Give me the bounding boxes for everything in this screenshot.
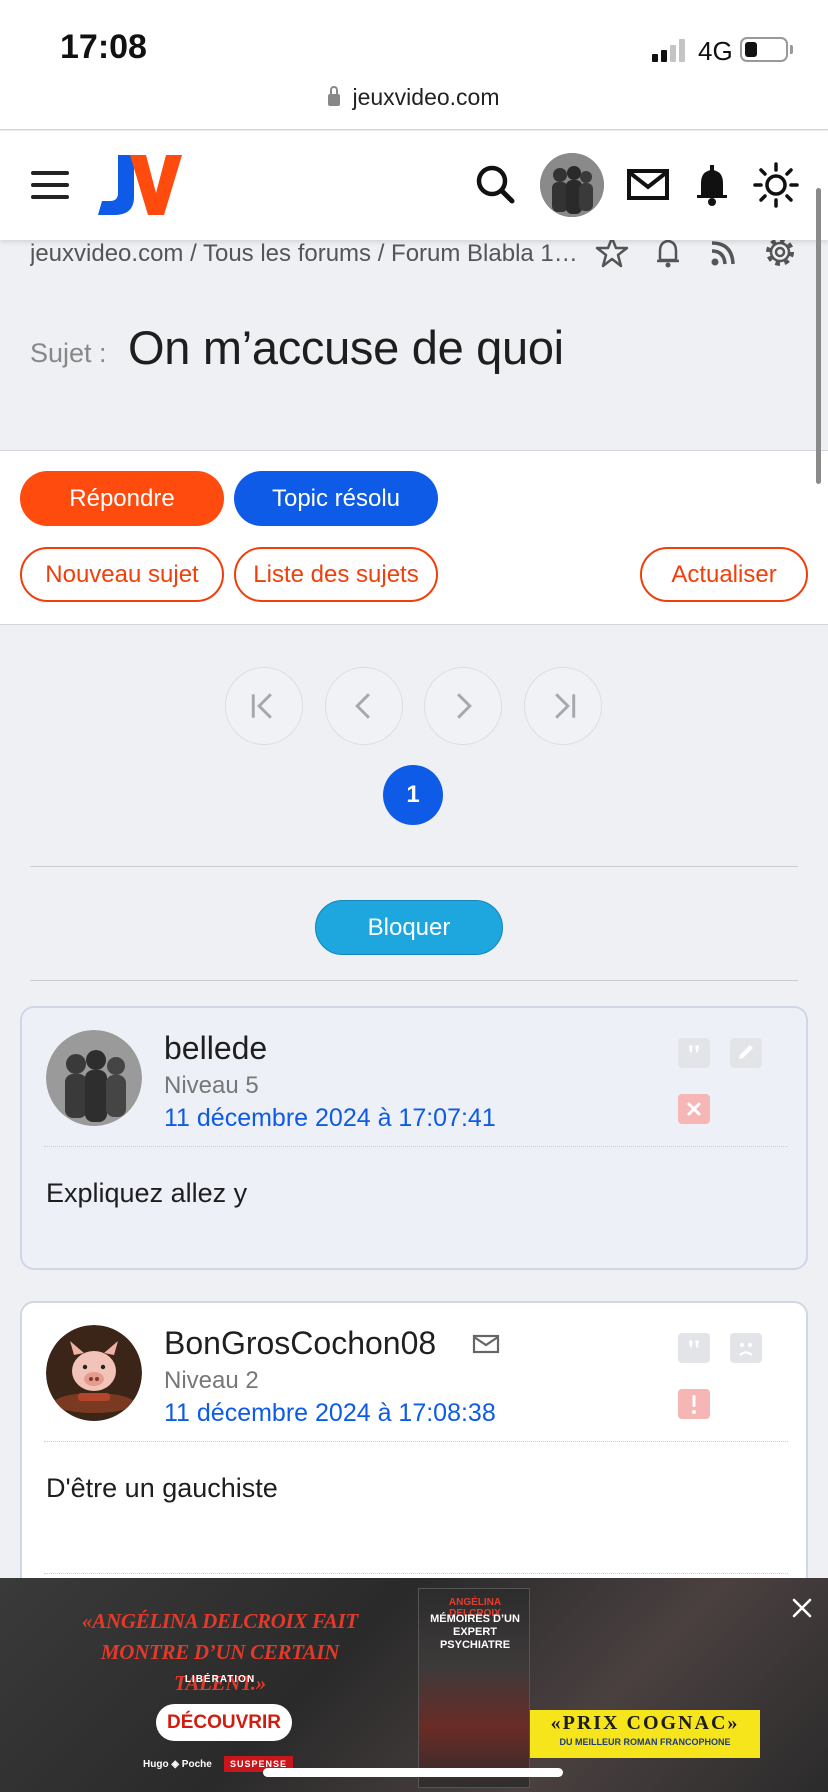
ad-prize-badge: «PRIX COGNAC» DU MEILLEUR ROMAN FRANCOPH… bbox=[530, 1710, 760, 1758]
battery-icon bbox=[740, 37, 788, 62]
author-name[interactable]: bellede bbox=[164, 1030, 267, 1067]
status-time: 17:08 bbox=[60, 28, 147, 66]
ad-book-cover: ANGÉLINA DELCROIX MÉMOIRES D’UN EXPERT P… bbox=[418, 1588, 530, 1788]
lock-icon bbox=[328, 86, 341, 106]
author-avatar[interactable] bbox=[46, 1030, 142, 1126]
author-avatar[interactable] bbox=[46, 1325, 142, 1421]
sad-face-icon[interactable] bbox=[730, 1333, 762, 1363]
jv-logo[interactable] bbox=[96, 153, 182, 219]
url-text: jeuxvideo.com bbox=[352, 84, 500, 110]
chevron-left-icon bbox=[355, 693, 370, 719]
quote-icon[interactable]: " bbox=[678, 1333, 710, 1363]
reply-button[interactable]: Répondre bbox=[20, 471, 224, 526]
refresh-button[interactable]: Actualiser bbox=[640, 547, 808, 602]
breadcrumb[interactable]: jeuxvideo.com / Tous les forums / Forum … bbox=[30, 240, 590, 268]
chevron-right-icon bbox=[457, 693, 472, 719]
last-page-icon bbox=[555, 693, 576, 719]
mail-icon[interactable] bbox=[618, 155, 678, 215]
next-page-button[interactable] bbox=[424, 667, 502, 745]
ad-prize-subtitle: DU MEILLEUR ROMAN FRANCOPHONE bbox=[559, 1737, 731, 1747]
previous-page-button[interactable] bbox=[325, 667, 403, 745]
address-bar[interactable]: jeuxvideo.com bbox=[0, 84, 828, 111]
post-date-link[interactable]: 11 décembre 2024 à 17:08:38 bbox=[164, 1399, 496, 1428]
topic-action-bar: Répondre Topic résolu Nouveau sujet List… bbox=[0, 451, 828, 625]
theme-toggle-sun-icon[interactable] bbox=[746, 155, 806, 215]
network-label: 4G bbox=[698, 36, 733, 66]
user-avatar[interactable] bbox=[540, 153, 604, 217]
post-date-link[interactable]: 11 décembre 2024 à 17:07:41 bbox=[164, 1104, 496, 1133]
block-button[interactable]: Bloquer bbox=[315, 900, 503, 955]
quote-icon[interactable]: " bbox=[678, 1038, 710, 1068]
post-separator bbox=[44, 1146, 788, 1147]
home-indicator[interactable] bbox=[263, 1768, 563, 1777]
close-icon[interactable] bbox=[790, 1596, 814, 1620]
delete-icon[interactable] bbox=[678, 1094, 710, 1124]
post-separator bbox=[44, 1441, 788, 1442]
report-alert-icon[interactable] bbox=[678, 1389, 710, 1419]
first-page-icon bbox=[251, 693, 272, 719]
site-header bbox=[0, 131, 828, 240]
divider bbox=[30, 980, 798, 981]
topic-resolved-button[interactable]: Topic résolu bbox=[234, 471, 438, 526]
author-level: Niveau 5 bbox=[164, 1072, 259, 1099]
search-icon[interactable] bbox=[466, 155, 526, 215]
author-level: Niveau 2 bbox=[164, 1367, 259, 1394]
ad-quote-source: LIBÉRATION bbox=[184, 1674, 256, 1685]
svg-text:": " bbox=[686, 1334, 703, 1363]
post-content: D'être un gauchiste bbox=[46, 1473, 278, 1503]
post-separator bbox=[44, 1573, 788, 1574]
signal-icon bbox=[652, 38, 688, 62]
author-name[interactable]: BonGrosCochon08 bbox=[164, 1325, 436, 1362]
topic-list-button[interactable]: Liste des sujets bbox=[234, 547, 438, 602]
divider bbox=[30, 866, 798, 867]
notification-bell-icon[interactable] bbox=[682, 155, 742, 215]
new-topic-button[interactable]: Nouveau sujet bbox=[20, 547, 224, 602]
topic-title: On m’accuse de quoi bbox=[128, 321, 564, 374]
ad-quote: «ANGÉLINA DELCROIX FAIT MONTRE D’UN CERT… bbox=[82, 1609, 358, 1695]
last-page-button[interactable] bbox=[524, 667, 602, 745]
ad-book-title: MÉMOIRES D’UN EXPERT PSYCHIATRE bbox=[430, 1613, 520, 1651]
topic-header: jeuxvideo.com / Tous les forums / Forum … bbox=[0, 236, 828, 451]
post-content: Expliquez allez y bbox=[46, 1178, 248, 1208]
advertisement-banner[interactable]: «ANGÉLINA DELCROIX FAIT MONTRE D’UN CERT… bbox=[0, 1578, 828, 1792]
svg-text:": " bbox=[686, 1039, 703, 1068]
first-page-button[interactable] bbox=[225, 667, 303, 745]
subject-label: Sujet : bbox=[30, 338, 107, 368]
ad-prize-title: «PRIX COGNAC» bbox=[550, 1712, 740, 1734]
private-message-icon[interactable] bbox=[472, 1333, 500, 1355]
menu-icon[interactable] bbox=[31, 171, 69, 199]
ad-discover-button[interactable]: DÉCOUVRIR bbox=[156, 1704, 292, 1741]
page-scrollbar[interactable] bbox=[816, 188, 821, 484]
current-page-number[interactable]: 1 bbox=[383, 765, 443, 825]
forum-post: bellede Niveau 5 11 décembre 2024 à 17:0… bbox=[20, 1006, 808, 1270]
edit-pencil-icon[interactable] bbox=[730, 1038, 762, 1068]
status-bar: 17:08 4G jeuxvideo.com bbox=[0, 0, 828, 130]
ad-publisher: Hugo ◈ Poche bbox=[143, 1759, 212, 1770]
